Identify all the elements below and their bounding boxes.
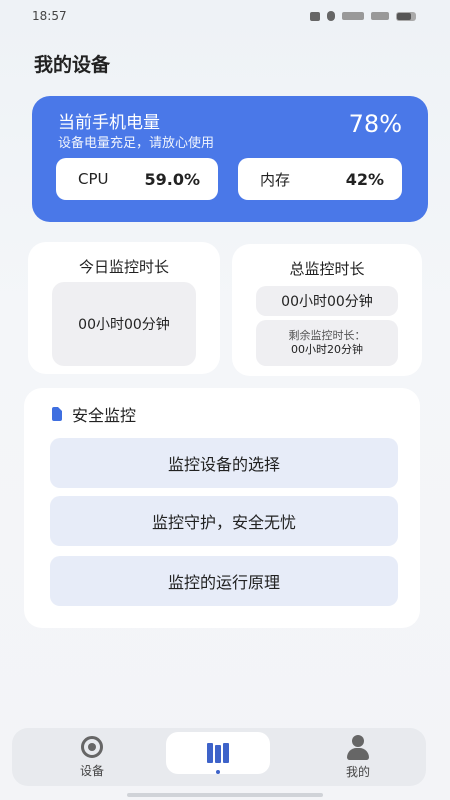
today-monitor-card: 今日监控时长 00小时00分钟 [28, 242, 220, 374]
total-monitor-value: 00小时00分钟 [256, 286, 398, 316]
remaining-label: 剩余监控时长： [288, 329, 366, 342]
memory-stat: 内存 42% [238, 158, 402, 200]
today-monitor-value: 00小时00分钟 [52, 282, 196, 366]
battery-percent: 78% [348, 110, 402, 138]
home-indicator[interactable] [127, 793, 323, 797]
book-icon [207, 743, 229, 763]
battery-title: 当前手机电量 [58, 113, 160, 133]
nav-item-center[interactable] [166, 732, 270, 774]
wifi-icon [371, 12, 389, 20]
bottom-nav: 设备 我的 [12, 728, 426, 786]
alarm-icon [310, 11, 320, 21]
nav-mine-label: 我的 [345, 764, 370, 779]
memory-value: 42% [345, 169, 384, 189]
active-indicator-dot [216, 770, 220, 774]
today-monitor-title: 今日监控时长 [78, 258, 169, 276]
battery-icon [396, 11, 416, 21]
cpu-label: CPU [78, 170, 109, 188]
security-header: 安全监控 [52, 402, 136, 426]
status-bar: 18:57 [0, 0, 450, 32]
security-card: 安全监控 监控设备的选择 监控守护，安全无忧 监控的运行原理 [24, 388, 420, 628]
nav-device-label: 设备 [79, 763, 104, 778]
page-title: 我的设备 [34, 54, 111, 76]
guard-button[interactable]: 监控守护，安全无忧 [50, 496, 398, 546]
user-icon [346, 734, 370, 761]
device-icon [81, 735, 103, 758]
remaining-value: 00小时20分钟 [291, 343, 363, 356]
total-monitor-title: 总监控时长 [289, 260, 365, 278]
status-icons [310, 11, 416, 21]
notification-icon [327, 11, 335, 21]
nav-item-mine[interactable]: 我的 [328, 728, 388, 786]
cpu-value: 59.0% [144, 169, 200, 189]
battery-card: 当前手机电量 设备电量充足，请放心使用 78% CPU 59.0% 内存 42% [32, 96, 428, 222]
status-time: 18:57 [32, 9, 67, 23]
security-title: 安全监控 [72, 406, 137, 425]
remaining-monitor-box: 剩余监控时长： 00小时20分钟 [256, 320, 398, 366]
battery-subtitle: 设备电量充足，请放心使用 [58, 136, 215, 151]
document-icon [52, 407, 62, 421]
device-selection-button[interactable]: 监控设备的选择 [50, 438, 398, 488]
signal-icon [342, 12, 364, 20]
nav-item-device[interactable]: 设备 [62, 728, 122, 786]
cpu-stat: CPU 59.0% [56, 158, 218, 200]
principle-button[interactable]: 监控的运行原理 [50, 556, 398, 606]
total-monitor-card: 总监控时长 00小时00分钟 剩余监控时长： 00小时20分钟 [232, 244, 422, 376]
memory-label: 内存 [260, 170, 291, 189]
